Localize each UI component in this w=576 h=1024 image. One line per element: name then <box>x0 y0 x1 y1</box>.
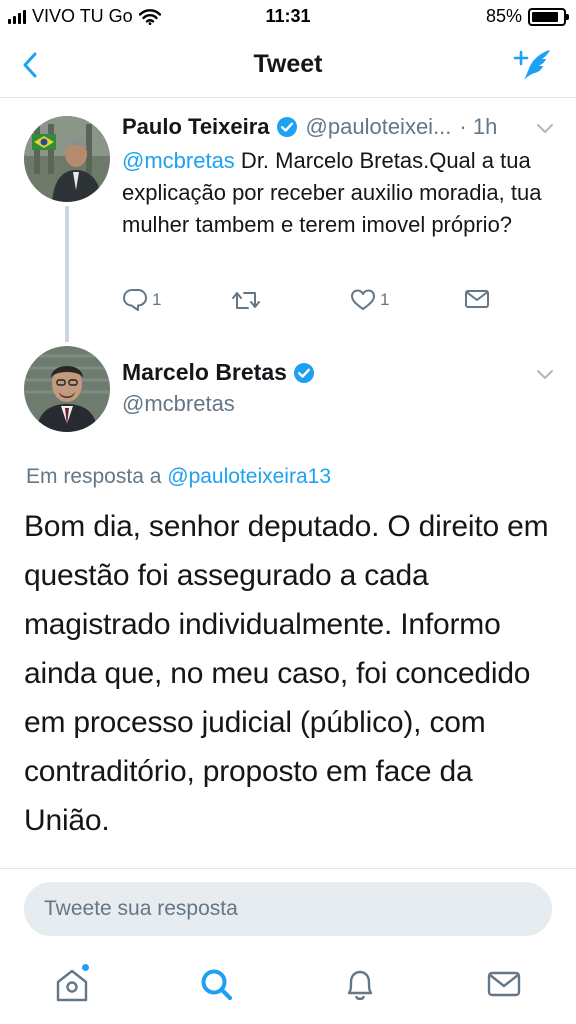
envelope-icon <box>465 290 489 308</box>
reply-context: Em resposta a @pauloteixeira13 <box>26 465 331 489</box>
divider <box>0 868 576 869</box>
status-bar: VIVO TU Go 11:31 85% <box>0 0 576 34</box>
messages-icon[interactable] <box>484 962 524 1006</box>
thread-line <box>65 206 69 342</box>
tab-bar <box>0 948 576 1024</box>
reply-count: 1 <box>152 290 162 309</box>
like-button[interactable]: 1 <box>350 288 389 312</box>
avatar-image <box>24 346 110 432</box>
retweet-button[interactable] <box>230 288 266 312</box>
verified-icon <box>276 117 297 137</box>
mention-link[interactable]: @mcbretas <box>122 148 235 173</box>
like-count: 1 <box>380 290 390 309</box>
tweet-main-header: Marcelo Bretas <box>122 359 315 386</box>
avatar-marcelo-bretas[interactable] <box>24 346 110 432</box>
page-title: Tweet <box>253 50 323 78</box>
author-handle[interactable]: @mcbretas <box>122 391 235 417</box>
search-icon[interactable] <box>196 962 236 1006</box>
reply-button[interactable]: 1 <box>122 288 161 312</box>
reply-input[interactable]: Tweete sua resposta <box>24 882 552 936</box>
tweet-time: · 1h <box>459 114 498 139</box>
author-handle[interactable]: @pauloteixei... <box>306 114 452 140</box>
chevron-down-icon[interactable] <box>535 368 555 382</box>
tweet-parent-text: @mcbretas Dr. Marcelo Bretas.Qual a tua … <box>122 145 562 241</box>
status-right: 85% <box>485 6 569 27</box>
battery-icon <box>528 7 569 26</box>
verified-icon <box>293 362 314 383</box>
direct-message-button[interactable] <box>464 288 490 310</box>
notifications-icon[interactable] <box>340 962 380 1006</box>
avatar-image <box>24 116 110 202</box>
author-name[interactable]: Marcelo Bretas <box>122 359 287 386</box>
compose-tweet-icon[interactable] <box>512 46 554 84</box>
author-name[interactable]: Paulo Teixeira <box>122 114 270 140</box>
tweet-main-text: Bom dia, senhor deputado. O direito em q… <box>24 510 549 837</box>
nav-bar: Tweet <box>0 34 576 98</box>
reply-icon <box>123 289 147 311</box>
tweet-actions: 1 1 <box>122 288 522 314</box>
chevron-down-icon[interactable] <box>535 122 555 136</box>
reply-placeholder: Tweete sua resposta <box>44 897 238 920</box>
heart-icon <box>351 289 375 310</box>
avatar-paulo-teixeira[interactable] <box>24 116 110 202</box>
reply-handle-link[interactable]: @pauloteixeira13 <box>167 465 331 488</box>
battery-percent: 85% <box>485 6 522 26</box>
notification-dot <box>82 964 89 971</box>
reply-prefix: Em resposta a <box>26 465 162 488</box>
battery-fill <box>532 11 558 22</box>
tweet-parent-header: Paulo Teixeira @pauloteixei... · 1h <box>122 114 562 140</box>
retweet-icon <box>232 292 260 309</box>
